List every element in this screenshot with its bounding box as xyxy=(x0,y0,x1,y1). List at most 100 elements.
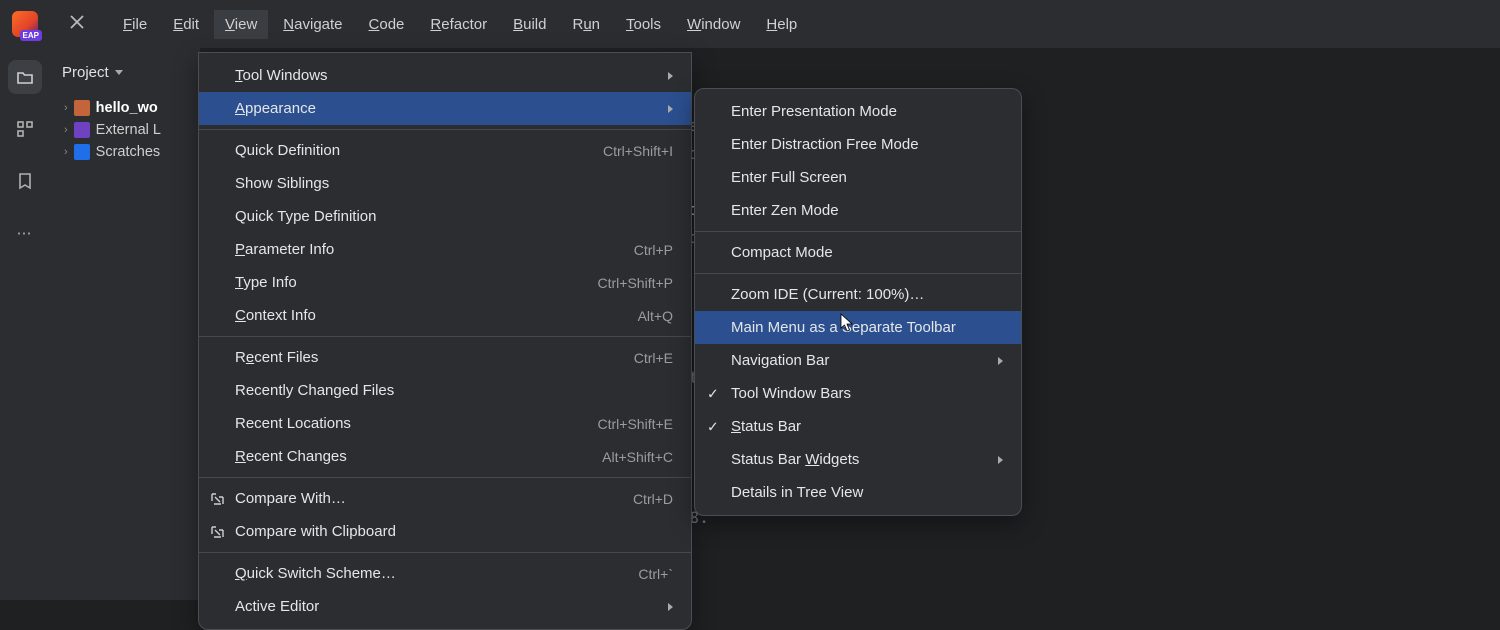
menu-build[interactable]: Build xyxy=(502,10,557,39)
bookmarks-tool-button[interactable] xyxy=(8,164,42,198)
view-item[interactable]: Compare with Clipboard xyxy=(199,515,691,548)
tree-label: External L xyxy=(96,122,161,138)
main-menu: FileEditViewNavigateCodeRefactorBuildRun… xyxy=(112,10,808,39)
menu-label: Quick Type Definition xyxy=(235,208,376,225)
menu-tools[interactable]: Tools xyxy=(615,10,672,39)
menu-code[interactable]: Code xyxy=(358,10,416,39)
appearance-item[interactable]: Enter Full Screen xyxy=(695,161,1021,194)
menu-refactor[interactable]: Refactor xyxy=(419,10,498,39)
menu-label: Main Menu as a Separate Toolbar xyxy=(731,319,956,336)
view-item[interactable]: Quick Switch Scheme…Ctrl+` xyxy=(199,557,691,590)
menu-label: Zoom IDE (Current: 100%)… xyxy=(731,286,924,303)
menu-label: Parameter Info xyxy=(235,241,334,258)
view-item[interactable]: Active Editor xyxy=(199,590,691,623)
appearance-item[interactable]: ✓ Status Bar xyxy=(695,410,1021,443)
tree-row[interactable]: › External L xyxy=(50,119,200,141)
shortcut: Ctrl+Shift+I xyxy=(603,143,673,159)
menu-label: Status Bar xyxy=(731,418,801,435)
compare-clip-icon xyxy=(209,524,225,540)
menu-navigate[interactable]: Navigate xyxy=(272,10,353,39)
menu-view[interactable]: View xyxy=(214,10,268,39)
menu-label: Compare with Clipboard xyxy=(235,523,396,540)
appearance-item[interactable]: Status Bar Widgets xyxy=(695,443,1021,476)
menu-file[interactable]: File xyxy=(112,10,158,39)
chevron-right-icon xyxy=(668,72,673,80)
menu-label: Tool Windows xyxy=(235,67,328,84)
menu-label: Status Bar Widgets xyxy=(731,451,859,468)
check-icon: ✓ xyxy=(707,385,719,402)
menu-help[interactable]: Help xyxy=(755,10,808,39)
structure-tool-button[interactable] xyxy=(8,112,42,146)
check-icon: ✓ xyxy=(707,418,719,435)
menu-label: Context Info xyxy=(235,307,316,324)
appearance-item[interactable]: Zoom IDE (Current: 100%)… xyxy=(695,278,1021,311)
view-item[interactable]: Compare With… Ctrl+D xyxy=(199,482,691,515)
view-item[interactable]: Recent FilesCtrl+E xyxy=(199,341,691,374)
view-item[interactable]: Parameter InfoCtrl+P xyxy=(199,233,691,266)
appearance-item[interactable]: Enter Distraction Free Mode xyxy=(695,128,1021,161)
view-item[interactable]: Quick Type Definition xyxy=(199,200,691,233)
tree-row[interactable]: › hello_wo xyxy=(50,97,200,119)
more-tool-button[interactable]: ⋯ xyxy=(8,216,42,250)
menu-label: Tool Window Bars xyxy=(731,385,851,402)
shortcut: Alt+Q xyxy=(638,308,673,324)
menu-label: Enter Full Screen xyxy=(731,169,847,186)
chevron-right-icon xyxy=(668,603,673,611)
project-panel-title: Project xyxy=(62,64,109,81)
chevron-right-icon: › xyxy=(64,146,68,158)
menu-edit[interactable]: Edit xyxy=(162,10,210,39)
close-icon[interactable] xyxy=(70,15,84,34)
view-item[interactable]: Recent Locations Ctrl+Shift+E xyxy=(199,407,691,440)
menu-label: Compare With… xyxy=(235,490,346,507)
view-dropdown: Tool Windows Appearance Quick Definition Ct… xyxy=(198,52,692,630)
menu-label: Appearance xyxy=(235,100,316,117)
chevron-right-icon xyxy=(998,456,1003,464)
project-panel-header[interactable]: Project xyxy=(50,58,200,87)
view-item[interactable]: Appearance xyxy=(199,92,691,125)
menu-label: Compact Mode xyxy=(731,244,833,261)
shortcut: Ctrl+` xyxy=(638,566,673,582)
eap-badge: EAP xyxy=(20,30,42,41)
project-tool-button[interactable] xyxy=(8,60,42,94)
chevron-right-icon xyxy=(668,105,673,113)
tree-label: hello_wo xyxy=(96,100,158,116)
view-item[interactable]: Recent ChangesAlt+Shift+C xyxy=(199,440,691,473)
shortcut: Ctrl+Shift+P xyxy=(598,275,673,291)
shortcut: Alt+Shift+C xyxy=(602,449,673,465)
project-panel: Project › hello_wo › External L › Scratches xyxy=(50,48,200,600)
menu-label: Quick Definition xyxy=(235,142,340,159)
tree-label: Scratches xyxy=(96,144,160,160)
menu-window[interactable]: Window xyxy=(676,10,751,39)
view-item[interactable]: Quick Definition Ctrl+Shift+I xyxy=(199,134,691,167)
shortcut: Ctrl+E xyxy=(634,350,673,366)
shortcut: Ctrl+D xyxy=(633,491,673,507)
menu-run[interactable]: Run xyxy=(561,10,611,39)
appearance-item[interactable]: Enter Zen Mode xyxy=(695,194,1021,227)
menu-label: Enter Distraction Free Mode xyxy=(731,136,919,153)
appearance-item[interactable]: Details in Tree View xyxy=(695,476,1021,509)
view-item[interactable]: Type InfoCtrl+Shift+P xyxy=(199,266,691,299)
shortcut: Ctrl+Shift+E xyxy=(598,416,673,432)
view-item[interactable]: Recently Changed Files xyxy=(199,374,691,407)
menu-label: Recent Locations xyxy=(235,415,351,432)
tree-row[interactable]: › Scratches xyxy=(50,141,200,163)
menu-label: Enter Zen Mode xyxy=(731,202,839,219)
compare-icon xyxy=(209,491,225,507)
view-item[interactable]: Show Siblings xyxy=(199,167,691,200)
chevron-down-icon xyxy=(115,70,123,75)
titlebar: EAP FileEditViewNavigateCodeRefactorBuil… xyxy=(0,0,1500,48)
appearance-item[interactable]: Main Menu as a Separate Toolbar xyxy=(695,311,1021,344)
chevron-right-icon: › xyxy=(64,102,68,114)
menu-label: Recently Changed Files xyxy=(235,382,394,399)
appearance-item[interactable]: Enter Presentation Mode xyxy=(695,95,1021,128)
ide-logo: EAP xyxy=(12,11,38,37)
scratch-icon xyxy=(74,144,90,160)
view-item[interactable]: Tool Windows xyxy=(199,59,691,92)
tool-rail: ⋯ xyxy=(0,48,50,600)
appearance-item[interactable]: Navigation Bar xyxy=(695,344,1021,377)
chevron-right-icon: › xyxy=(64,124,68,136)
appearance-item[interactable]: Compact Mode xyxy=(695,236,1021,269)
chevron-right-icon xyxy=(998,357,1003,365)
appearance-item[interactable]: ✓ Tool Window Bars xyxy=(695,377,1021,410)
view-item[interactable]: Context Info Alt+Q xyxy=(199,299,691,332)
